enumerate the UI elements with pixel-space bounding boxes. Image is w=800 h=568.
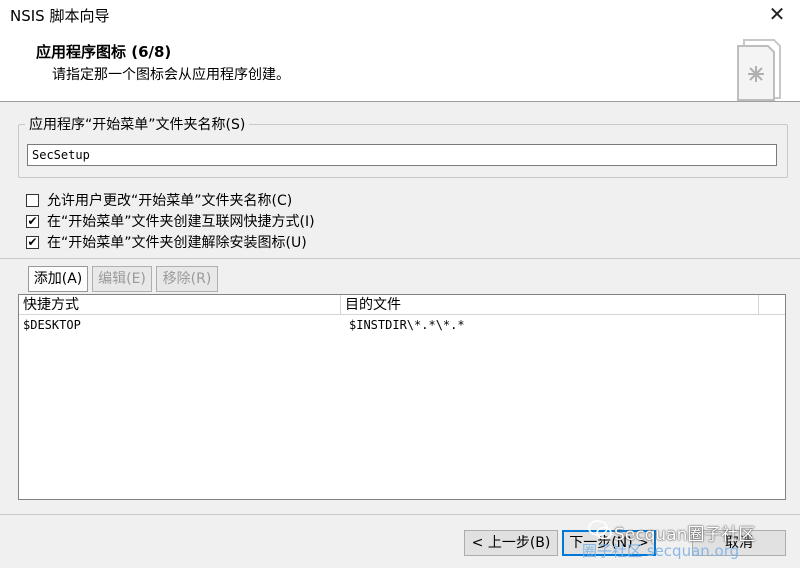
title-bar: NSIS 脚本向导 ✕ bbox=[0, 0, 800, 30]
uninstall-icon-checkbox[interactable]: ✔ 在“开始菜单”文件夹创建解除安装图标(U) bbox=[26, 232, 307, 252]
page-title: 应用程序图标 (6/8) bbox=[36, 43, 172, 61]
shortcut-list[interactable]: 快捷方式 目的文件 $DESKTOP $INSTDIR\*.*\*.* bbox=[18, 294, 786, 500]
start-menu-folder-label: 应用程序“开始菜单”文件夹名称(S) bbox=[25, 114, 250, 134]
back-button[interactable]: < 上一步(B) bbox=[464, 530, 558, 556]
allow-change-folder-checkbox[interactable]: 允许用户更改“开始菜单”文件夹名称(C) bbox=[26, 190, 292, 210]
allow-change-folder-label: 允许用户更改“开始菜单”文件夹名称(C) bbox=[47, 193, 293, 209]
target-file-cell: $INSTDIR\*.*\*.* bbox=[349, 318, 465, 332]
list-header: 快捷方式 目的文件 bbox=[19, 295, 785, 315]
divider bbox=[0, 258, 800, 259]
cancel-button[interactable]: 取消 bbox=[692, 530, 786, 556]
column-shortcut[interactable]: 快捷方式 bbox=[19, 295, 341, 315]
list-item[interactable]: $DESKTOP $INSTDIR\*.*\*.* bbox=[19, 317, 785, 335]
internet-shortcut-checkbox[interactable]: ✔ 在“开始菜单”文件夹创建互联网快捷方式(I) bbox=[26, 211, 315, 231]
checkmark-icon[interactable]: ✔ bbox=[26, 235, 39, 249]
close-icon[interactable]: ✕ bbox=[754, 0, 800, 30]
next-button[interactable]: 下一步(N) > bbox=[562, 530, 656, 556]
column-target-file[interactable]: 目的文件 bbox=[341, 295, 759, 315]
start-menu-folder-group: 应用程序“开始菜单”文件夹名称(S) bbox=[18, 114, 788, 178]
uninstall-icon-label: 在“开始菜单”文件夹创建解除安装图标(U) bbox=[47, 235, 307, 251]
add-button[interactable]: 添加(A) bbox=[28, 266, 88, 292]
edit-button[interactable]: 编辑(E) bbox=[92, 266, 152, 292]
internet-shortcut-label: 在“开始菜单”文件夹创建互联网快捷方式(I) bbox=[47, 214, 315, 230]
checkmark-icon[interactable]: ✔ bbox=[26, 214, 39, 228]
footer-divider bbox=[0, 514, 800, 515]
shortcut-cell: $DESKTOP bbox=[23, 318, 81, 332]
document-star-icon bbox=[737, 39, 781, 101]
start-menu-folder-input[interactable] bbox=[27, 144, 777, 166]
wizard-header: 应用程序图标 (6/8) 请指定那一个图标会从应用程序创建。 bbox=[0, 30, 800, 102]
remove-button[interactable]: 移除(R) bbox=[156, 266, 218, 292]
checkbox-box-unchecked[interactable] bbox=[26, 193, 39, 207]
window-title: NSIS 脚本向导 bbox=[10, 7, 110, 25]
page-subtitle: 请指定那一个图标会从应用程序创建。 bbox=[52, 67, 290, 83]
